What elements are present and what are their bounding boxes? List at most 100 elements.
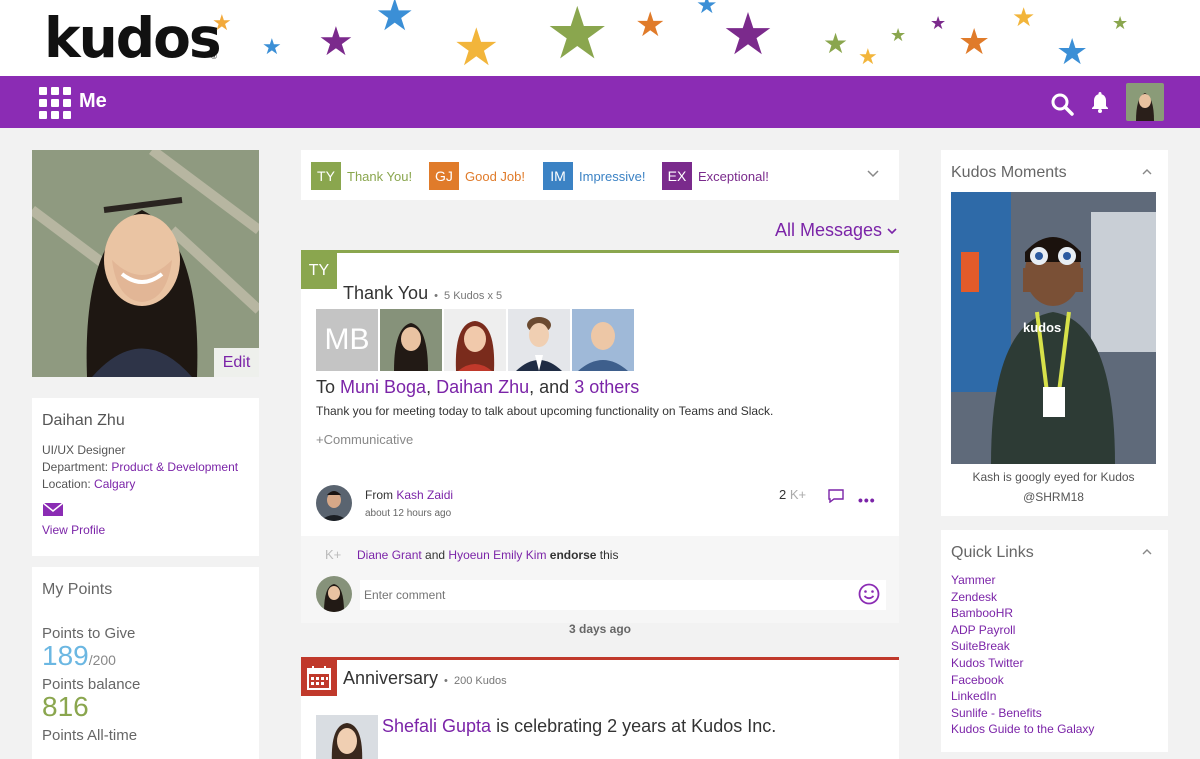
star-icon: ★	[453, 19, 500, 76]
sender-link[interactable]: Kash Zaidi	[396, 488, 453, 502]
to-prefix: To	[316, 377, 341, 397]
quick-link-kudos-guide[interactable]: Kudos Guide to the Galaxy	[951, 721, 1094, 738]
points-title: My Points	[42, 581, 113, 598]
grid-icon[interactable]	[39, 87, 71, 119]
smiley-icon[interactable]	[858, 583, 880, 605]
star-icon: ★	[823, 28, 849, 59]
quick-links-list: Yammer Zendesk BambooHR ADP Payroll Suit…	[951, 572, 1094, 738]
filter-label: Thank You!	[347, 168, 413, 184]
star-icon: ★	[318, 20, 354, 64]
star-icon: ★	[722, 2, 774, 67]
registered-mark: ®	[211, 52, 217, 61]
edit-photo-button[interactable]: Edit	[214, 348, 259, 377]
endorse-bar: K+ Diane Grant and Hyoeun Emily Kim endo…	[301, 536, 899, 576]
endorse-icon: K+	[325, 547, 342, 562]
sender-line: From Kash Zaidi	[365, 488, 453, 502]
quick-link-facebook[interactable]: Facebook	[951, 672, 1094, 689]
anniversary-text-body: is celebrating 2 years at Kudos Inc.	[491, 716, 777, 736]
points-to-give-value: 189	[42, 640, 89, 671]
moment-caption-line: Kash is googly eyed for Kudos	[972, 470, 1135, 484]
star-icon: ★	[262, 34, 282, 59]
comment-input[interactable]	[360, 580, 886, 610]
chevron-up-icon[interactable]	[1142, 548, 1152, 555]
kudos-logo[interactable]: kudos	[44, 6, 222, 70]
moment-shirt-brand: kudos	[1023, 320, 1062, 335]
profile-photo: Edit	[32, 150, 259, 377]
kudos-post: TY Thank You • 5 Kudos x 5 MB To Muni Bog…	[301, 250, 899, 623]
all-messages-dropdown[interactable]: All Messages	[775, 220, 897, 241]
others-link[interactable]: 3 others	[574, 377, 639, 397]
star-icon: ★	[635, 6, 666, 44]
endorser-link[interactable]: Hyoeun Emily Kim	[448, 548, 546, 562]
star-icon: ★	[958, 21, 991, 62]
star-icon: ★	[375, 0, 415, 40]
endorse-count: 2	[779, 487, 787, 502]
more-icon[interactable]: •••	[858, 492, 876, 508]
anniversary-avatar[interactable]	[316, 715, 378, 759]
quick-link-kudos-twitter[interactable]: Kudos Twitter	[951, 655, 1094, 672]
bell-icon[interactable]	[1088, 90, 1112, 114]
nav-title[interactable]: Me	[79, 90, 107, 113]
recipient-avatar-initials[interactable]: MB	[316, 309, 378, 371]
anniversary-text: Shefali Gupta is celebrating 2 years at …	[382, 716, 776, 737]
location-link[interactable]: Calgary	[94, 477, 135, 491]
quick-link-suitebreak[interactable]: SuiteBreak	[951, 638, 1094, 655]
star-icon: ★	[858, 44, 878, 69]
all-messages-label: All Messages	[775, 220, 883, 240]
filter-badge: TY	[311, 162, 341, 190]
from-label: From	[365, 488, 397, 502]
quick-link-sunlife-benefits[interactable]: Sunlife - Benefits	[951, 705, 1094, 722]
moments-title: Kudos Moments	[951, 164, 1067, 181]
filter-impressive[interactable]: IM Impressive!	[543, 162, 645, 190]
anniversary-person-link[interactable]: Shefali Gupta	[382, 716, 491, 736]
star-icon: ★	[930, 13, 947, 33]
calendar-icon	[307, 666, 331, 690]
value-tag[interactable]: +Communicative	[316, 432, 413, 447]
mail-icon[interactable]	[42, 501, 64, 517]
moment-photo[interactable]: kudos	[951, 192, 1156, 464]
view-profile-link[interactable]: View Profile	[42, 523, 249, 537]
recipient-avatar[interactable]	[508, 309, 570, 371]
sender-avatar[interactable]	[316, 485, 352, 521]
endorse-icon: K+	[789, 487, 807, 502]
quick-links-card: Quick Links Yammer Zendesk BambooHR ADP …	[941, 530, 1168, 752]
endorse-verb: endorse	[546, 548, 597, 562]
header-banner: kudos ® ★ ★ ★ ★ ★ ★ ★ ★ ★ ★ ★ ★ ★ ★ ★ ★ …	[0, 0, 1200, 76]
anniversary-badge	[301, 660, 337, 696]
quick-link-bamboohr[interactable]: BambooHR	[951, 605, 1094, 622]
endorse-button[interactable]: 2 K+	[779, 487, 806, 502]
star-icon: ★	[890, 25, 907, 45]
user-avatar[interactable]	[1126, 83, 1164, 121]
filter-thank-you[interactable]: TY Thank You!	[311, 162, 412, 190]
filter-good-job[interactable]: GJ Good Job!	[429, 162, 525, 190]
star-icon: ★	[1112, 13, 1129, 33]
chevron-down-icon[interactable]	[867, 170, 879, 178]
search-icon[interactable]	[1050, 92, 1074, 116]
quick-link-adp-payroll[interactable]: ADP Payroll	[951, 622, 1094, 639]
endorse-this: this	[596, 548, 619, 562]
anniversary-title-text: Anniversary	[343, 668, 439, 688]
star-icon: ★	[696, 0, 718, 19]
recipient-avatar[interactable]	[380, 309, 442, 371]
department-link[interactable]: Product & Development	[111, 460, 238, 474]
quick-link-zendesk[interactable]: Zendesk	[951, 589, 1094, 606]
recipient-link[interactable]: Daihan Zhu	[436, 377, 529, 397]
kudos-type-filter: TY Thank You! GJ Good Job! IM Impressive…	[301, 150, 899, 200]
points-card: My Points Points to Give 189/200 Points …	[32, 567, 259, 759]
filter-exceptional[interactable]: EX Exceptional!	[662, 162, 769, 190]
chevron-up-icon[interactable]	[1142, 168, 1152, 175]
and-text: , and	[529, 377, 575, 397]
quick-link-yammer[interactable]: Yammer	[951, 572, 1094, 589]
star-icon: ★	[212, 10, 232, 35]
anniversary-title: Anniversary • 200 Kudos	[343, 668, 507, 689]
anniversary-post: Anniversary • 200 Kudos Shefali Gupta is …	[301, 657, 899, 759]
recipient-avatar[interactable]	[572, 309, 634, 371]
endorser-link[interactable]: Diane Grant	[357, 548, 422, 562]
date-separator: 3 days ago	[568, 622, 632, 636]
comment-icon[interactable]	[828, 489, 844, 503]
recipient-avatar[interactable]	[444, 309, 506, 371]
quick-link-linkedin[interactable]: LinkedIn	[951, 688, 1094, 705]
profile-department: Department: Product & Development	[42, 460, 239, 474]
anniversary-meta: • 200 Kudos	[444, 675, 507, 687]
recipient-link[interactable]: Muni Boga	[340, 377, 426, 397]
